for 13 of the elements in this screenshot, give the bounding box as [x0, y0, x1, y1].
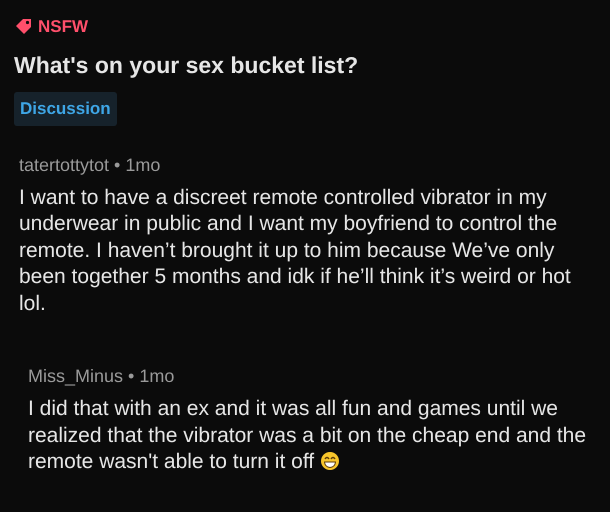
flair-tag[interactable]: Discussion [14, 92, 117, 126]
grinning-face-icon [320, 451, 340, 471]
dot-separator: • [114, 154, 120, 176]
post-title: What's on your sex bucket list? [14, 50, 360, 80]
nsfw-label: NSFW [38, 16, 88, 38]
comment-body: I did that with an ex and it was all fun and games until we realized that the vibrator was a bit on the cheap end and the remote wasn't able to turn it off [28, 396, 588, 475]
comment-age: 1mo [139, 365, 174, 388]
tag-icon [14, 16, 34, 37]
comment-author[interactable]: tatertottytot [19, 152, 110, 178]
dot-separator: • [128, 365, 134, 388]
comment-body: I want to have a discreet remote controlled vibrator in my underwear in public and I want my boyfriend to control the remote. I haven’t brought it up to him because We’ve only been together 5 months and idk if he’ll think it’s weird or hot lol. [19, 184, 572, 316]
comment-age: 1mo [125, 154, 160, 176]
comment-author[interactable]: Miss_Minus [28, 363, 124, 390]
